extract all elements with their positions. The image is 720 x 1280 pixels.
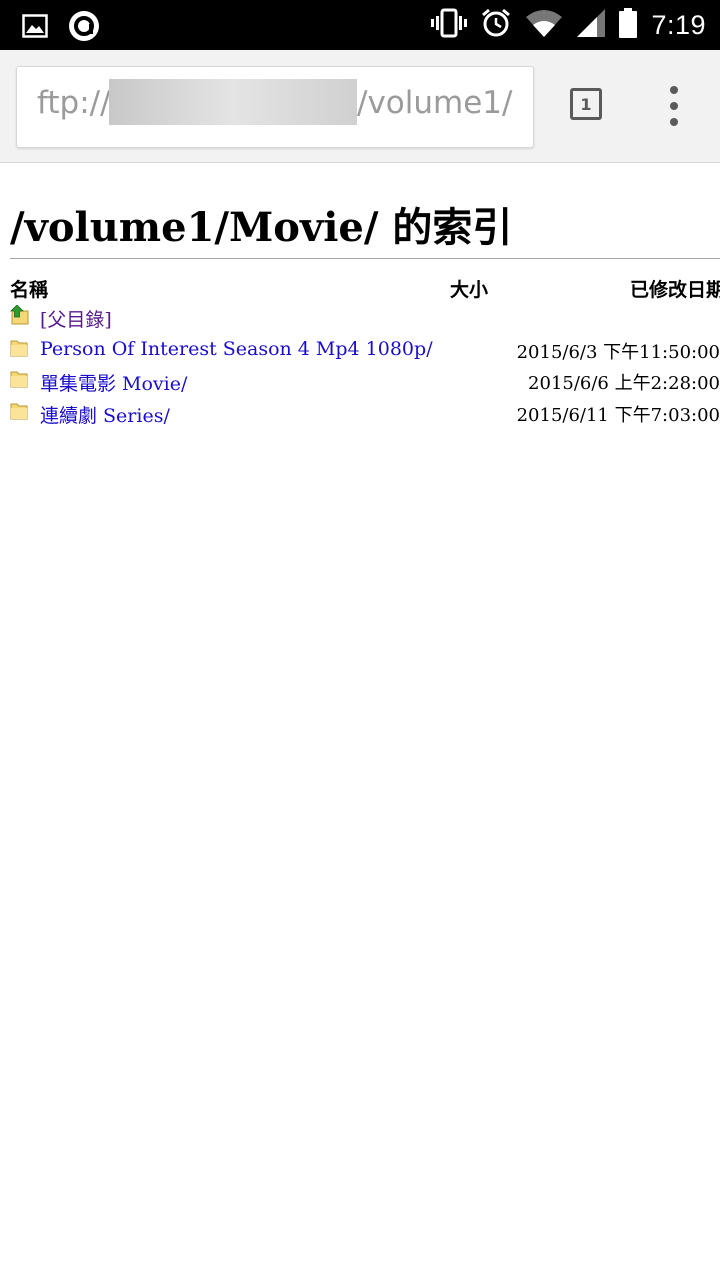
parent-directory-row: [父目錄] — [10, 303, 720, 331]
signal-icon — [577, 9, 606, 41]
column-header-name[interactable]: 名稱 — [10, 275, 48, 302]
modified-date: 2015/6/11 下午7:03:00 — [516, 405, 720, 426]
url-bar[interactable]: ftp:// /volume1/ — [16, 66, 534, 148]
menu-dot-icon — [670, 102, 678, 110]
page-title: /volume1/Movie/ 的索引 — [10, 204, 513, 251]
url-path: /volume1/ — [357, 85, 513, 121]
parent-directory-link[interactable]: [父目錄] — [40, 305, 112, 332]
folder-icon — [10, 338, 30, 358]
image-notification-icon — [22, 14, 48, 42]
title-divider — [10, 258, 720, 259]
vibrate-icon — [431, 8, 468, 42]
column-header-modified[interactable]: 已修改日期 — [630, 275, 720, 302]
wifi-icon — [525, 9, 563, 41]
menu-dot-icon — [670, 86, 678, 94]
tab-switcher-button[interactable]: 1 — [570, 88, 602, 120]
alarm-icon — [481, 8, 511, 42]
battery-icon — [619, 8, 638, 42]
modified-date: 2015/6/6 上午2:28:00 — [528, 373, 720, 394]
up-arrow-folder-icon — [10, 304, 30, 325]
folder-link[interactable]: 單集電影 Movie/ — [40, 369, 187, 396]
table-row: 單集電影 Movie/ 2015/6/6 上午2:28:00 — [10, 367, 720, 395]
folder-icon — [10, 401, 30, 421]
table-row: Person Of Interest Season 4 Mp4 1080p/ 2… — [10, 336, 720, 364]
url-redacted-host — [109, 79, 357, 125]
folder-icon — [10, 369, 30, 389]
assistant-notification-icon — [68, 10, 100, 46]
menu-dot-icon — [670, 118, 678, 126]
folder-link[interactable]: Person Of Interest Season 4 Mp4 1080p/ — [40, 338, 433, 360]
overflow-menu-button[interactable] — [662, 86, 686, 126]
page-content: /volume1/Movie/ 的索引 名稱 大小 已修改日期 [父目錄] Pe… — [0, 163, 720, 1280]
column-header-size[interactable]: 大小 — [450, 275, 488, 302]
status-bar: 7:19 — [0, 0, 720, 50]
modified-date: 2015/6/3 下午11:50:00 — [516, 342, 720, 363]
clock: 7:19 — [651, 9, 706, 40]
url-scheme: ftp:// — [37, 85, 111, 121]
folder-link[interactable]: 連續劇 Series/ — [40, 401, 170, 428]
table-row: 連續劇 Series/ 2015/6/11 下午7:03:00 — [10, 399, 720, 427]
browser-toolbar: ftp:// /volume1/ 1 — [0, 50, 720, 163]
